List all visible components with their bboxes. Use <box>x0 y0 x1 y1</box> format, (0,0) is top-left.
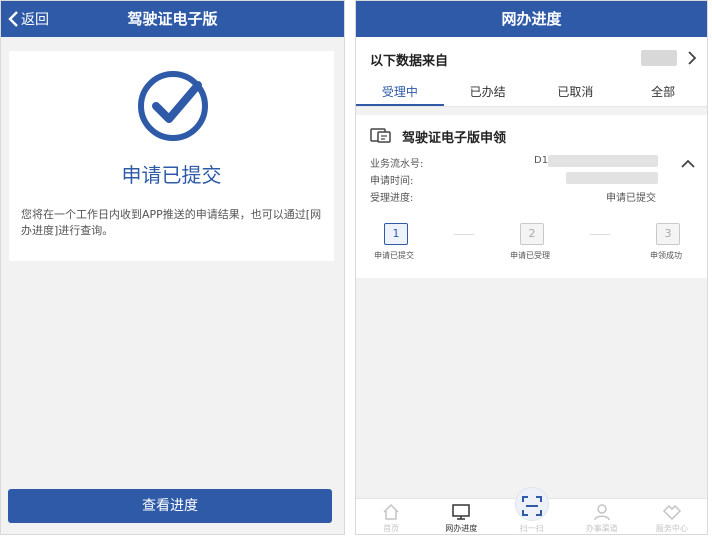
home-icon <box>383 503 399 520</box>
time-redacted <box>566 172 658 184</box>
header-bar: 返回 驾驶证电子版 <box>1 1 344 37</box>
status-tabs: 受理中 已办结 已取消 全部 <box>356 79 707 107</box>
page-title: 驾驶证电子版 <box>127 10 218 28</box>
data-source-label: 以下数据来自 <box>370 54 449 69</box>
step-2-box: 2 <box>520 223 544 245</box>
nav-home[interactable]: 首页 <box>356 499 426 534</box>
monitor-icon <box>452 504 471 520</box>
nav-progress[interactable]: 网办进度 <box>426 499 496 534</box>
tab-completed[interactable]: 已办结 <box>444 79 532 106</box>
nav-channels[interactable]: 办事渠道 <box>567 499 637 534</box>
nav-home-label: 首页 <box>383 524 400 533</box>
step-1-label: 申请已提交 <box>374 251 414 260</box>
tab-processing[interactable]: 受理中 <box>356 79 444 106</box>
tab-all[interactable]: 全部 <box>619 79 707 106</box>
nav-scan-label: 扫一扫 <box>519 524 544 533</box>
application-title: 驾驶证电子版申领 <box>402 131 507 146</box>
bottom-navigation: 首页 网办进度 扫一扫 办事渠道 服务中心 <box>356 487 707 534</box>
check-circle-icon <box>138 71 208 141</box>
data-source-row[interactable]: 以下数据来自 <box>356 37 707 79</box>
step-3-label: 申领成功 <box>650 251 682 260</box>
data-source-redacted <box>641 50 677 66</box>
step-connector <box>454 234 474 235</box>
step-connector <box>590 234 610 235</box>
serial-label: 业务流水号: <box>370 159 424 170</box>
step-3-box: 3 <box>656 223 680 245</box>
user-icon <box>593 504 610 521</box>
application-card[interactable]: 驾驶证电子版申领 业务流水号: D1 申请时间: 受理进度: 申请已提交 1 申… <box>356 115 707 278</box>
result-card: 申请已提交 您将在一个工作日内收到APP推送的申请结果，也可以通过[网办进度]进… <box>9 51 334 261</box>
page-title: 网办进度 <box>501 10 562 28</box>
serial-value: D1 <box>534 155 549 166</box>
step-2-label: 申请已受理 <box>510 251 550 260</box>
serial-redacted <box>548 155 658 167</box>
nav-channels-label: 办事渠道 <box>585 524 618 533</box>
tab-cancelled[interactable]: 已取消 <box>532 79 620 106</box>
nav-progress-label: 网办进度 <box>445 524 478 533</box>
handshake-icon <box>662 504 681 521</box>
chevron-up-icon[interactable] <box>681 159 695 169</box>
submission-screen: 返回 驾驶证电子版 申请已提交 您将在一个工作日内收到APP推送的申请结果，也可… <box>0 0 345 535</box>
view-progress-button[interactable]: 查看进度 <box>8 489 332 523</box>
chevron-right-icon <box>688 51 697 65</box>
progress-steps: 1 申请已提交 2 申请已受理 3 申领成功 <box>356 223 707 273</box>
scan-icon <box>521 496 542 516</box>
id-card-icon <box>370 128 391 143</box>
nav-service-center-label: 服务中心 <box>655 524 688 533</box>
header-bar: 网办进度 <box>356 1 707 37</box>
progress-screen: 网办进度 以下数据来自 受理中 已办结 已取消 全部 驾驶证电子版申领 业务流水… <box>355 0 708 535</box>
result-description: 您将在一个工作日内收到APP推送的申请结果，也可以通过[网办进度]进行查询。 <box>21 208 322 237</box>
nav-scan[interactable]: 扫一扫 <box>496 487 566 534</box>
result-title: 申请已提交 <box>121 163 222 187</box>
step-1-box: 1 <box>384 223 408 245</box>
progress-label: 受理进度: <box>370 193 414 204</box>
time-label: 申请时间: <box>370 176 414 187</box>
progress-value: 申请已提交 <box>606 193 656 204</box>
nav-service-center[interactable]: 服务中心 <box>637 499 707 534</box>
